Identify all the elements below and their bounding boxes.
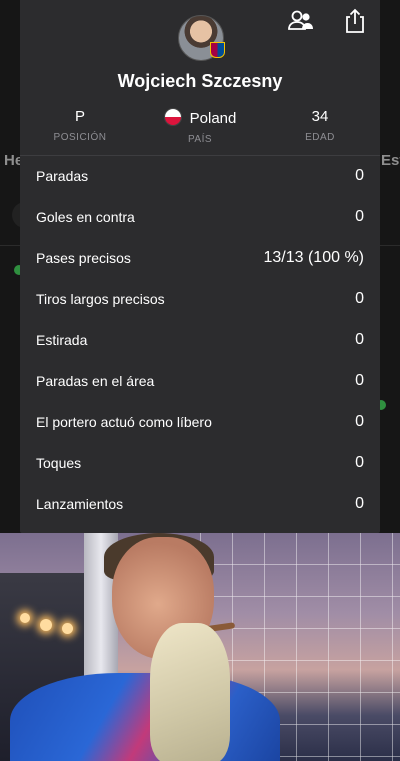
stat-row: Lanzamientos 0	[20, 483, 380, 524]
share-icon	[346, 8, 364, 33]
person-profile-icon	[288, 10, 313, 30]
player-name: Wojciech Szczesny	[117, 71, 283, 91]
stats-list: Paradas 0 Goles en contra 0 Pases precisos…	[20, 155, 380, 524]
stat-label: Tiros largos precisos	[36, 290, 165, 307]
club-badge-icon	[210, 42, 225, 58]
stat-label: El portero actuó como líbero	[36, 413, 212, 430]
country-info: Poland PAÍS	[140, 108, 260, 145]
country-label: PAÍS	[187, 134, 213, 145]
stat-row: Estirada 0	[20, 319, 380, 360]
country-value: Poland	[189, 110, 237, 127]
card-actions	[288, 8, 368, 34]
stat-label: Goles en contra	[36, 208, 135, 225]
age-label: EDAD	[305, 132, 335, 143]
position-value: P	[74, 108, 85, 125]
background-tab-right: Est	[381, 152, 400, 169]
stat-row: Pases precisos 13/13 (100 %)	[20, 237, 380, 278]
stat-label: Estirada	[36, 331, 88, 348]
stat-value: 13/13 (100 %)	[263, 248, 364, 266]
stat-value: 0	[355, 207, 364, 225]
stat-value: 0	[355, 371, 364, 389]
stat-value: 0	[355, 166, 364, 184]
goalkeeper-photo	[0, 533, 400, 761]
jersey	[10, 673, 280, 761]
stat-value: 0	[355, 289, 364, 307]
stat-label: Pases precisos	[36, 249, 131, 266]
stat-label: Lanzamientos	[36, 495, 124, 512]
position-label: POSICIÓN	[53, 132, 107, 143]
stat-row: Tiros largos precisos 0	[20, 278, 380, 319]
stat-value: 0	[355, 494, 364, 512]
stadium-light	[20, 613, 30, 623]
stadium-light	[62, 623, 73, 634]
stat-value: 0	[355, 330, 364, 348]
age-info: 34 EDAD	[260, 108, 380, 143]
stat-value: 0	[355, 412, 364, 430]
stadium-light	[40, 619, 52, 631]
stat-label: Toques	[36, 454, 82, 471]
stat-value: 0	[355, 453, 364, 471]
stat-row: Toques 0	[20, 442, 380, 483]
stat-row: El portero actuó como líbero 0	[20, 401, 380, 442]
stat-row: Paradas en el área 0	[20, 360, 380, 401]
share-button[interactable]	[342, 8, 368, 34]
stat-row: Paradas 0	[20, 155, 380, 196]
poland-flag-icon	[163, 108, 182, 126]
player-profile-button[interactable]	[288, 8, 314, 34]
position-info: P POSICIÓN	[20, 108, 140, 143]
goalkeeper-glove	[150, 623, 230, 761]
player-stats-card: Wojciech Szczesny P POSICIÓN Poland PAÍS…	[20, 0, 380, 533]
stat-label: Paradas en el área	[36, 372, 155, 389]
stat-row: Goles en contra 0	[20, 196, 380, 237]
age-value: 34	[311, 108, 329, 125]
stat-label: Paradas	[36, 167, 89, 184]
